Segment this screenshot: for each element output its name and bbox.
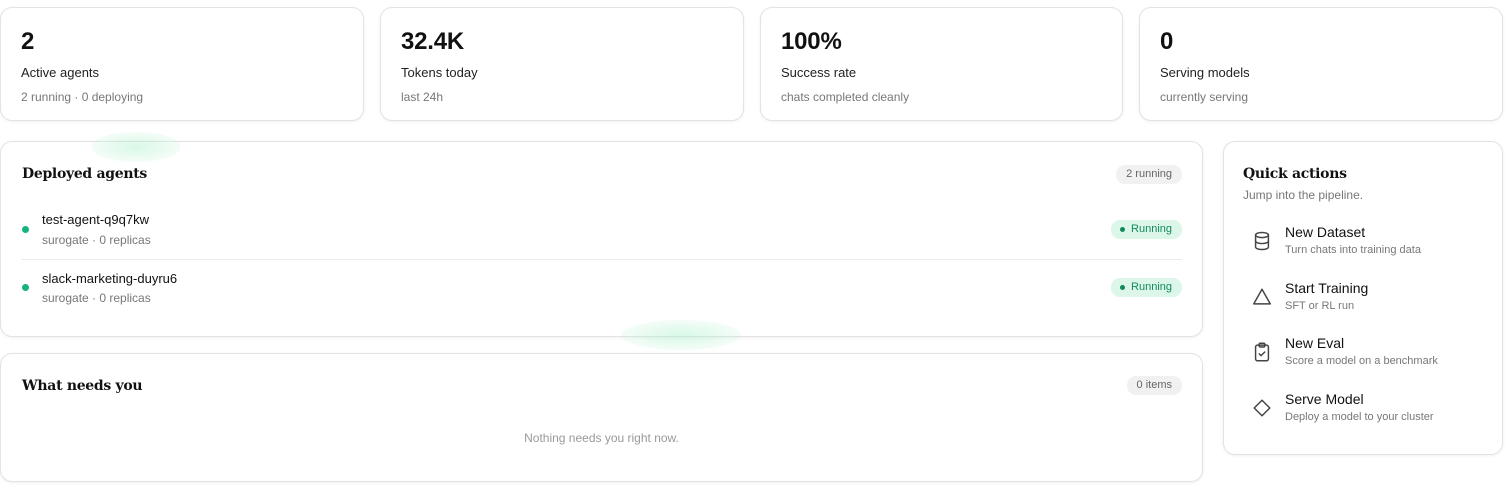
items-count-badge: 0 items	[1126, 376, 1182, 395]
stat-card-tokens-today: 32.4K Tokens today last 24h	[380, 7, 744, 121]
agent-name[interactable]: slack-marketing-duyru6	[42, 271, 177, 286]
quick-action-subtitle: SFT or RL run	[1285, 300, 1355, 312]
stat-value: 100%	[781, 28, 842, 55]
quick-action-subtitle: Turn chats into training data	[1285, 244, 1421, 256]
clipboard-check-icon	[1251, 341, 1273, 363]
stat-sub: last 24h	[401, 90, 444, 104]
quick-action-title: New Eval	[1285, 335, 1345, 351]
triangle-icon	[1251, 286, 1273, 308]
status-badge: Running	[1111, 220, 1182, 239]
stat-card-success-rate: 100% Success rate chats completed cleanl…	[760, 7, 1123, 121]
stat-card-active-agents: 2 Active agents 2 running · 0 deploying	[0, 7, 364, 121]
quick-action-new-dataset[interactable]: New Dataset Turn chats into training dat…	[1251, 224, 1486, 264]
quick-action-subtitle: Score a model on a benchmark	[1285, 355, 1438, 367]
agent-meta: surogate · 0 replicas	[42, 291, 151, 305]
status-dot	[22, 226, 29, 233]
what-needs-you-panel: What needs you 0 items Nothing needs you…	[0, 353, 1203, 482]
database-icon	[1251, 230, 1273, 252]
status-badge: Running	[1111, 278, 1182, 297]
stat-value: 0	[1160, 28, 1174, 55]
deployed-agents-panel: Deployed agents 2 running test-agent-q9q…	[0, 132, 1203, 350]
stat-card-serving-models: 0 Serving models currently serving	[1139, 7, 1503, 121]
panel-title: What needs you	[22, 378, 143, 394]
quick-action-title: Serve Model	[1285, 391, 1364, 407]
stat-sub: chats completed cleanly	[781, 90, 910, 104]
agent-name[interactable]: test-agent-q9q7kw	[42, 212, 149, 227]
agent-row[interactable]: test-agent-q9q7kw surogate · 0 replicas …	[21, 212, 1182, 270]
quick-action-start-training[interactable]: Start Training SFT or RL run	[1251, 280, 1486, 320]
stat-sub: 2 running · 0 deploying	[21, 90, 144, 104]
stat-value: 32.4K	[401, 28, 465, 55]
quick-action-subtitle: Deploy a model to your cluster	[1285, 411, 1434, 423]
quick-actions-panel: Quick actions Jump into the pipeline. Ne…	[1223, 141, 1503, 455]
stat-label: Tokens today	[401, 65, 478, 80]
stat-label: Active agents	[21, 65, 100, 80]
stat-label: Success rate	[781, 65, 857, 80]
row-divider	[21, 259, 1182, 260]
quick-action-title: Start Training	[1285, 280, 1369, 296]
stat-value: 2	[21, 28, 35, 55]
panel-title: Quick actions	[1243, 166, 1347, 182]
stat-sub: currently serving	[1160, 90, 1249, 104]
panel-subtitle: Jump into the pipeline.	[1243, 188, 1364, 202]
running-count-badge: 2 running	[1116, 165, 1182, 184]
panel-title: Deployed agents	[22, 166, 147, 182]
decorative-glow	[91, 132, 181, 162]
quick-action-serve-model[interactable]: Serve Model Deploy a model to your clust…	[1251, 391, 1486, 431]
quick-action-new-eval[interactable]: New Eval Score a model on a benchmark	[1251, 335, 1486, 375]
agent-meta: surogate · 0 replicas	[42, 233, 151, 247]
diamond-icon	[1251, 397, 1273, 419]
quick-action-title: New Dataset	[1285, 224, 1366, 240]
status-dot	[22, 284, 29, 291]
empty-state-text: Nothing needs you right now.	[524, 431, 679, 445]
agent-row[interactable]: slack-marketing-duyru6 surogate · 0 repl…	[21, 271, 1182, 329]
stat-label: Serving models	[1160, 65, 1250, 80]
